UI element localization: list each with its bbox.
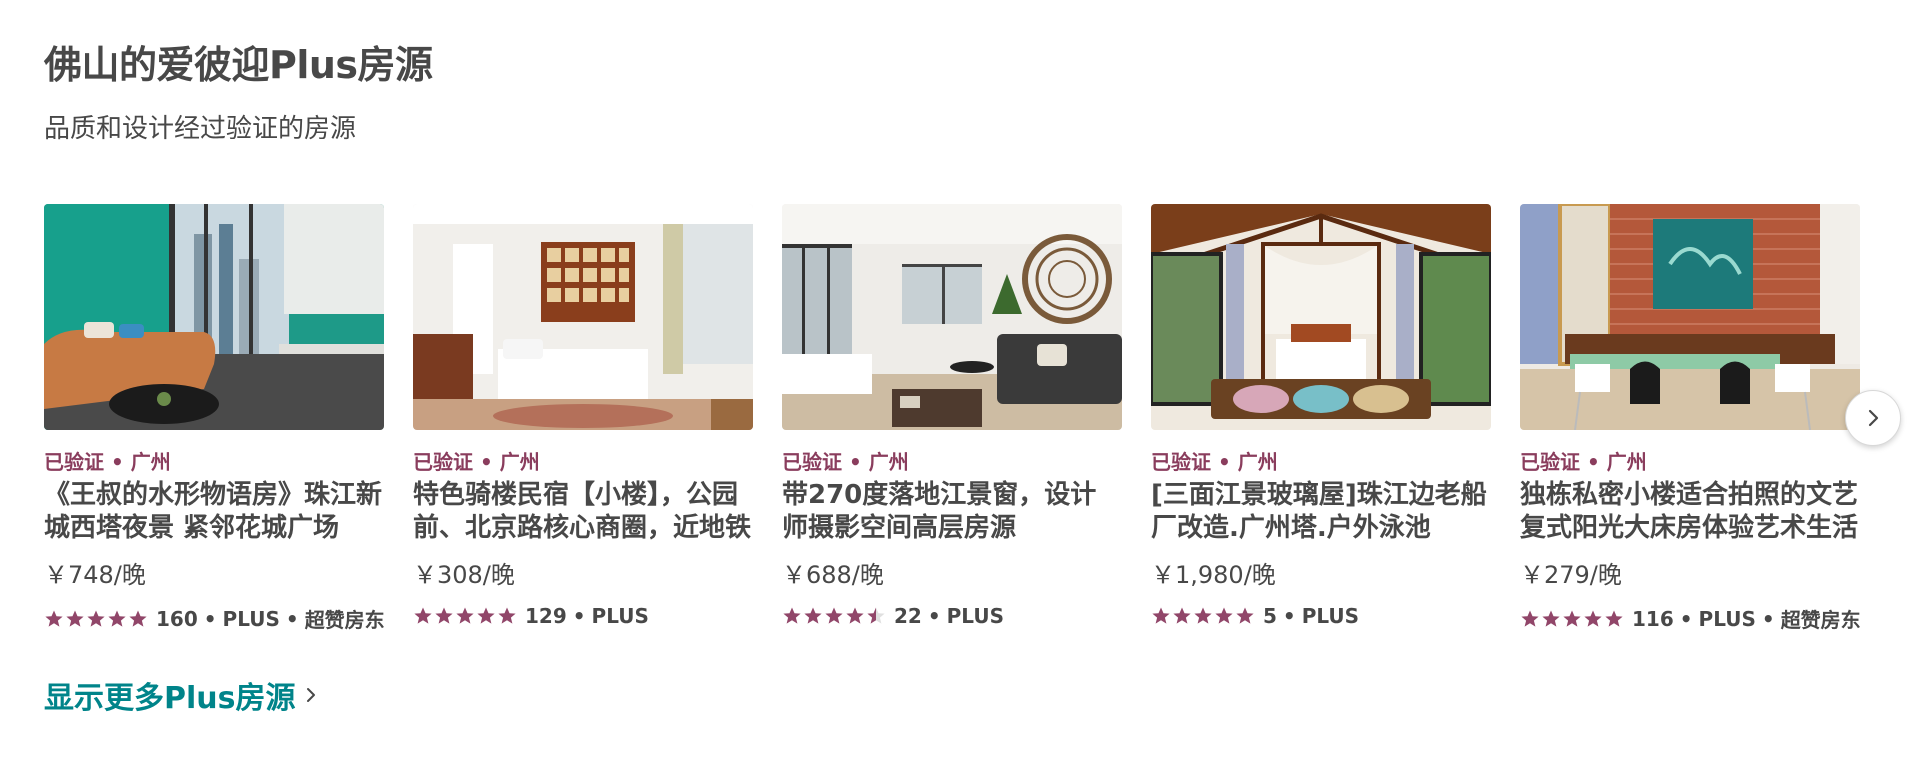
- listing-photo[interactable]: [1520, 204, 1860, 430]
- star-icon: [45, 610, 63, 627]
- chevron-right-icon: [307, 688, 316, 702]
- star-icon: [129, 610, 147, 627]
- section-subtitle: 品质和设计经过验证的房源: [44, 114, 357, 144]
- listing-card[interactable]: 已验证 • 广州 特色骑楼民宿【小楼】，公园前、北京路核心商圈，近地铁 ￥308…: [413, 204, 753, 633]
- plus-badge: PLUS: [1698, 606, 1756, 631]
- listing-photo[interactable]: [782, 204, 1122, 430]
- listing-meta: 已验证 • 广州: [782, 450, 909, 474]
- listing-meta: 已验证 • 广州: [44, 450, 171, 474]
- separator-dot: •: [1282, 604, 1296, 628]
- listing-title[interactable]: [三面江景玻璃屋]珠江边老船厂改造.广州塔.户外泳池: [1151, 479, 1491, 545]
- star-icon: [1194, 607, 1212, 624]
- superhost-label: 超赞房东: [304, 608, 385, 632]
- listing-photo-white-bedroom: [413, 204, 753, 430]
- star-icon: [66, 610, 84, 627]
- separator-dot: •: [1679, 606, 1693, 631]
- listing-title[interactable]: 《王叔的水形物语房》珠江新城西塔夜景 紧邻花城广场: [44, 479, 384, 545]
- listing-rating: 116 • PLUS • 超赞房东: [1520, 604, 1861, 633]
- separator-dot: •: [927, 604, 941, 628]
- review-count: 5: [1263, 604, 1277, 628]
- listing-card[interactable]: 已验证 • 广州 [三面江景玻璃屋]珠江边老船厂改造.广州塔.户外泳池 ￥1,9…: [1151, 204, 1491, 633]
- chevron-right-icon: [1868, 409, 1879, 427]
- plus-listings-section: 佛山的爱彼迎Plus房源 品质和设计经过验证的房源 已验证 • 广州 《王叔的水…: [0, 0, 1916, 765]
- star-icon: [108, 610, 126, 627]
- plus-badge: PLUS: [591, 604, 649, 628]
- listing-rating: 160 • PLUS • 超赞房东: [44, 604, 385, 633]
- star-icon: [846, 607, 864, 624]
- star-icon: [1584, 610, 1602, 627]
- star-icon: [1152, 607, 1170, 624]
- separator-dot: •: [1761, 606, 1775, 631]
- section-title: 佛山的爱彼迎Plus房源: [44, 43, 433, 87]
- star-rating: [413, 606, 517, 626]
- listing-card[interactable]: 已验证 • 广州 《王叔的水形物语房》珠江新城西塔夜景 紧邻花城广场 ￥748/…: [44, 204, 385, 633]
- superhost-label: 超赞房东: [1780, 608, 1861, 632]
- review-count: 116: [1632, 606, 1674, 631]
- listing-photo-river-view-living: [782, 204, 1122, 430]
- star-rating: [1151, 606, 1255, 626]
- listing-price: ￥688/晚: [782, 561, 884, 589]
- separator-dot: •: [572, 604, 586, 628]
- star-rating: [44, 609, 148, 629]
- star-rating: [1520, 609, 1624, 629]
- star-icon: [1173, 607, 1191, 624]
- star-icon: [1563, 610, 1581, 627]
- show-more-link[interactable]: 显示更多Plus房源: [44, 673, 319, 717]
- review-count: 22: [894, 604, 922, 628]
- separator-dot: •: [203, 606, 217, 631]
- star-icon: [1605, 610, 1623, 627]
- listing-price: ￥279/晚: [1520, 561, 1622, 589]
- listing-photo-glass-house: [1151, 204, 1491, 430]
- star-icon: [87, 610, 105, 627]
- listing-carousel: 已验证 • 广州 《王叔的水形物语房》珠江新城西塔夜景 紧邻花城广场 ￥748/…: [44, 204, 1861, 633]
- listing-price: ￥308/晚: [413, 561, 515, 589]
- star-icon: [477, 607, 495, 624]
- separator-dot: •: [285, 606, 299, 631]
- star-icon: [1236, 607, 1254, 624]
- plus-badge: PLUS: [946, 604, 1004, 628]
- show-more-label: 显示更多Plus房源: [44, 681, 296, 716]
- star-icon: [435, 607, 453, 624]
- star-icon: [1521, 610, 1539, 627]
- listing-title[interactable]: 带270度落地江景窗，设计师摄影空间高层房源: [782, 479, 1122, 545]
- listing-rating: 129 • PLUS: [413, 604, 753, 628]
- listing-photo[interactable]: [44, 204, 384, 430]
- listing-meta: 已验证 • 广州: [1151, 450, 1278, 474]
- review-count: 160: [156, 606, 198, 631]
- listing-photo[interactable]: [1151, 204, 1491, 430]
- listing-price: ￥1,980/晚: [1151, 561, 1276, 589]
- listing-card[interactable]: 已验证 • 广州 带270度落地江景窗，设计师摄影空间高层房源 ￥688/晚 2…: [782, 204, 1122, 633]
- plus-badge: PLUS: [222, 606, 280, 631]
- star-icon: [783, 607, 801, 624]
- plus-badge: PLUS: [1301, 604, 1360, 628]
- star-rating: [782, 606, 886, 626]
- listing-card[interactable]: 已验证 • 广州 独栋私密小楼适合拍照的文艺复式阳光大床房体验艺术生活 ￥279…: [1520, 204, 1861, 633]
- listing-title[interactable]: 独栋私密小楼适合拍照的文艺复式阳光大床房体验艺术生活: [1520, 479, 1860, 545]
- star-icon: [867, 607, 885, 624]
- star-icon: [825, 607, 843, 624]
- star-icon: [1215, 607, 1233, 624]
- listing-meta: 已验证 • 广州: [413, 450, 540, 474]
- listing-photo-brick-dining: [1520, 204, 1860, 430]
- listing-rating: 22 • PLUS: [782, 604, 1122, 628]
- listing-rating: 5 • PLUS: [1151, 604, 1491, 628]
- listing-price: ￥748/晚: [44, 561, 146, 589]
- listing-meta: 已验证 • 广州: [1520, 450, 1647, 474]
- carousel-next-button[interactable]: [1845, 390, 1901, 446]
- review-count: 129: [525, 604, 567, 628]
- star-icon: [1542, 610, 1560, 627]
- star-icon: [456, 607, 474, 624]
- star-icon: [804, 607, 822, 624]
- listing-photo-teal-loft: [44, 204, 384, 430]
- star-icon: [498, 607, 516, 624]
- listing-photo[interactable]: [413, 204, 753, 430]
- star-icon: [414, 607, 432, 624]
- listing-title[interactable]: 特色骑楼民宿【小楼】，公园前、北京路核心商圈，近地铁: [413, 479, 753, 545]
